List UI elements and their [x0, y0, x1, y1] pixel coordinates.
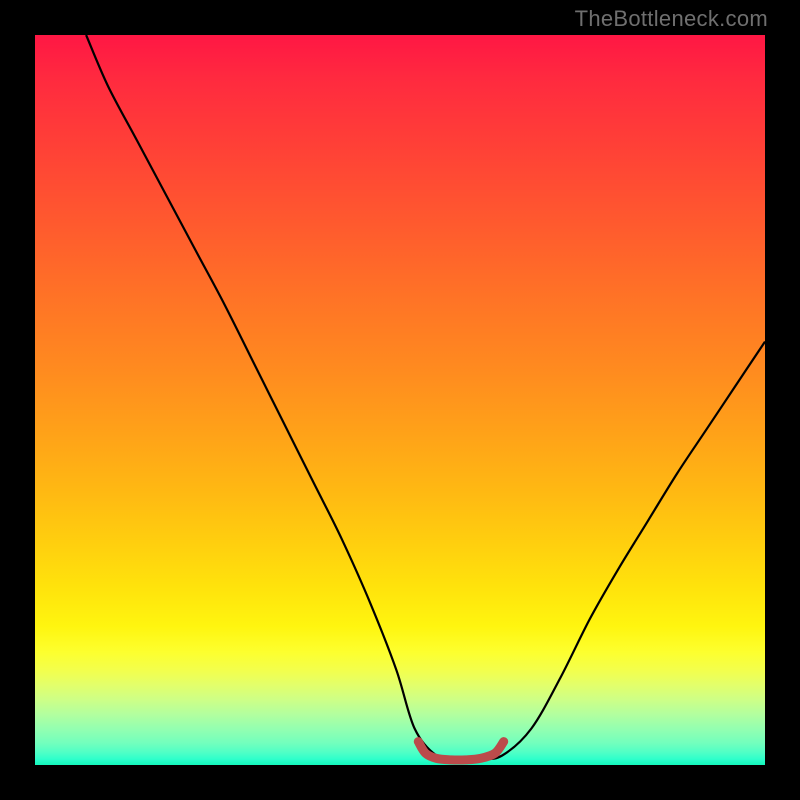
watermark-text: TheBottleneck.com: [575, 6, 768, 32]
bottleneck-curve: [86, 35, 765, 760]
chart-frame: TheBottleneck.com: [0, 0, 800, 800]
curve-overlay: [35, 35, 765, 765]
